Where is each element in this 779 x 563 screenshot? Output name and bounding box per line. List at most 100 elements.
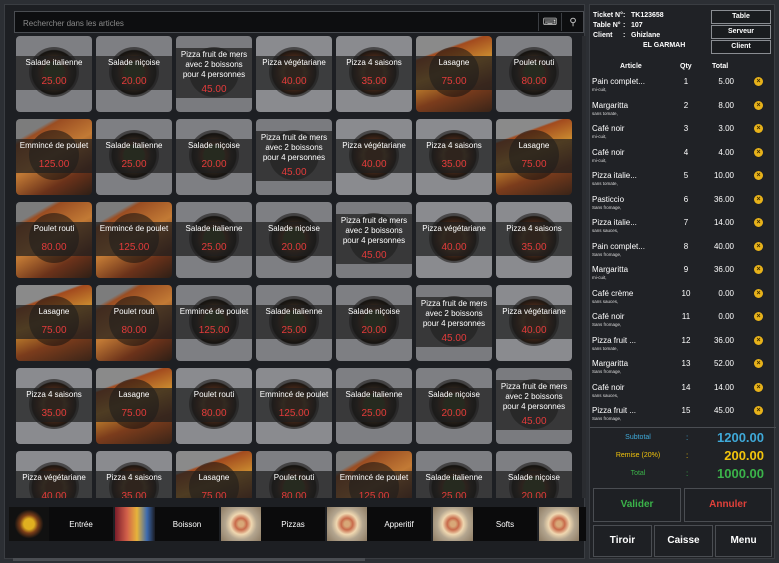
product-price: 125.00 (198, 325, 230, 336)
tiroir-button[interactable]: Tiroir (593, 525, 652, 557)
product-card[interactable]: Lasagne 75.00 (176, 451, 252, 498)
category-button[interactable]: Entrée (9, 507, 113, 541)
product-card[interactable]: Pizza végétariane 40.00 (16, 451, 92, 498)
ticket-line[interactable]: Café noir sans sauces, 14 14.00 × (590, 381, 776, 405)
ticket-line[interactable]: Café noir mi-cuit, 4 4.00 × (590, 146, 776, 170)
category-button[interactable]: Softs (433, 507, 537, 541)
close-icon[interactable]: × (754, 77, 763, 86)
product-name: Salade niçoise (267, 224, 321, 233)
ticket-line[interactable]: Café noir mi-cuit, 3 3.00 × (590, 122, 776, 146)
close-icon[interactable]: × (754, 335, 763, 345)
product-card[interactable]: Salade niçoise 20.00 (176, 119, 252, 195)
category-button[interactable] (539, 507, 586, 541)
close-icon[interactable]: × (754, 382, 763, 392)
product-card[interactable]: Lasagne 75.00 (16, 285, 92, 361)
ticket-line[interactable]: Café noir Sans fromage, 11 0.00 × (590, 310, 776, 334)
category-scrollbar[interactable] (13, 558, 365, 561)
product-card[interactable]: Poulet routi 80.00 (96, 285, 172, 361)
product-card[interactable]: Pizza 4 saisons 35.00 (96, 451, 172, 498)
product-card[interactable]: Pizza fruit de mers avec 2 boissons pour… (496, 368, 572, 444)
table-button[interactable]: Table (711, 10, 771, 24)
product-card[interactable]: Salade niçoise 20.00 (416, 368, 492, 444)
product-card[interactable]: Salade italienne 25.00 (96, 119, 172, 195)
ticket-line[interactable]: Pizza italie... sans sauces, 7 14.00 × (590, 216, 776, 240)
annuler-button[interactable]: Annuler (684, 488, 772, 522)
valider-button[interactable]: Valider (593, 488, 681, 522)
product-card[interactable]: Salade italienne 25.00 (176, 202, 252, 278)
close-icon[interactable]: × (754, 194, 763, 204)
close-icon[interactable]: × (754, 406, 763, 415)
product-card[interactable]: Lasagne 75.00 (496, 119, 572, 195)
grid-scrollbar[interactable] (582, 36, 586, 498)
ticket-line[interactable]: Margaritta mi-cuit, 9 36.00 × (590, 263, 776, 287)
line-total: 10.00 (713, 171, 734, 180)
product-card[interactable]: Lasagne 75.00 (96, 368, 172, 444)
product-card[interactable]: Salade italienne 25.00 (416, 451, 492, 498)
product-card[interactable]: Poulet routi 80.00 (256, 451, 332, 498)
category-label: Apperitif (384, 519, 414, 529)
category-button[interactable]: Boisson (115, 507, 219, 541)
product-card[interactable]: Poulet routi 80.00 (16, 202, 92, 278)
product-card[interactable]: Pizza fruit de mers avec 2 boissons pour… (416, 285, 492, 361)
product-card[interactable]: Pizza 4 saisons 35.00 (416, 119, 492, 195)
product-card[interactable]: Pizza 4 saisons 35.00 (16, 368, 92, 444)
client-button[interactable]: Client (711, 40, 771, 54)
ticket-line[interactable]: Margaritta sans tomate, 2 8.00 × (590, 99, 776, 123)
ticket-line[interactable]: Pizza fruit ... sans tomate, 12 36.00 × (590, 334, 776, 358)
product-card[interactable]: Salade niçoise 20.00 (96, 36, 172, 112)
product-card[interactable]: Emmincé de poulet 125.00 (96, 202, 172, 278)
product-card[interactable]: Pizza fruit de mers avec 2 boissons pour… (256, 119, 332, 195)
product-card[interactable]: Emmincé de poulet 125.00 (176, 285, 252, 361)
product-card[interactable]: Emmincé de poulet 125.00 (336, 451, 412, 498)
close-icon[interactable]: × (754, 147, 763, 157)
product-card[interactable]: Pizza 4 saisons 35.00 (336, 36, 412, 112)
product-card[interactable]: Salade niçoise 20.00 (256, 202, 332, 278)
ticket-line[interactable]: Pasticcio Sans fromage, 6 36.00 × (590, 193, 776, 217)
product-card[interactable]: Emmincé de poulet 125.00 (256, 368, 332, 444)
close-icon[interactable]: × (754, 265, 763, 274)
keyboard-icon[interactable]: ⌨ (538, 13, 561, 31)
line-total: 8.00 (718, 100, 734, 110)
product-card[interactable]: Salade italienne 25.00 (16, 36, 92, 112)
close-icon[interactable]: × (754, 124, 763, 133)
close-icon[interactable]: × (754, 288, 763, 298)
subtotal-label: Subtotal (625, 434, 651, 441)
product-card[interactable]: Pizza fruit de mers avec 2 boissons pour… (176, 36, 252, 112)
ticket-line[interactable]: Margaritta Sans fromage, 13 52.00 × (590, 357, 776, 381)
category-button[interactable]: Apperitif (327, 507, 431, 541)
product-card[interactable]: Pizza végétariane 40.00 (336, 119, 412, 195)
product-card[interactable]: Salade italienne 25.00 (336, 368, 412, 444)
product-card[interactable]: Lasagne 75.00 (416, 36, 492, 112)
product-card[interactable]: Poulet routi 80.00 (176, 368, 252, 444)
ticket-line[interactable]: Pain complet... mi-cuit, 1 5.00 × (590, 75, 776, 99)
close-icon[interactable]: × (754, 241, 763, 251)
ticket-line[interactable]: Pizza italie... sans tomate, 5 10.00 × (590, 169, 776, 193)
close-icon[interactable]: × (754, 100, 763, 110)
line-note: Sans fromage, (592, 416, 622, 421)
ticket-line[interactable]: Pizza fruit ... Sans fromage, 15 45.00 × (590, 404, 776, 421)
ticket-line[interactable]: Pain complet... Sans fromage, 8 40.00 × (590, 240, 776, 264)
product-card[interactable]: Pizza végétariane 40.00 (496, 285, 572, 361)
serveur-button[interactable]: Serveur (711, 25, 771, 39)
ticket-line[interactable]: Café crème sans sauces, 10 0.00 × (590, 287, 776, 311)
search-input[interactable] (15, 12, 545, 34)
close-icon[interactable]: × (754, 312, 763, 321)
product-card[interactable]: Pizza fruit de mers avec 2 boissons pour… (336, 202, 412, 278)
close-icon[interactable]: × (754, 218, 763, 227)
product-price: 40.00 (41, 491, 67, 498)
product-card[interactable]: Emmincé de poulet 125.00 (16, 119, 92, 195)
caisse-button[interactable]: Caisse (654, 525, 713, 557)
menu-button[interactable]: Menu (715, 525, 772, 557)
close-icon[interactable]: × (754, 359, 763, 368)
product-card[interactable]: Poulet routi 80.00 (496, 36, 572, 112)
product-card[interactable]: Salade niçoise 20.00 (496, 451, 572, 498)
product-card[interactable]: Pizza végétariane 40.00 (256, 36, 332, 112)
category-button[interactable]: Pizzas (221, 507, 325, 541)
product-card[interactable]: Pizza 4 saisons 35.00 (496, 202, 572, 278)
colon: : (623, 12, 626, 19)
product-card[interactable]: Pizza végétariane 40.00 (416, 202, 492, 278)
product-card[interactable]: Salade niçoise 20.00 (336, 285, 412, 361)
product-card[interactable]: Salade italienne 25.00 (256, 285, 332, 361)
close-icon[interactable]: × (754, 171, 763, 180)
search-icon[interactable]: ⚲ (561, 13, 584, 31)
